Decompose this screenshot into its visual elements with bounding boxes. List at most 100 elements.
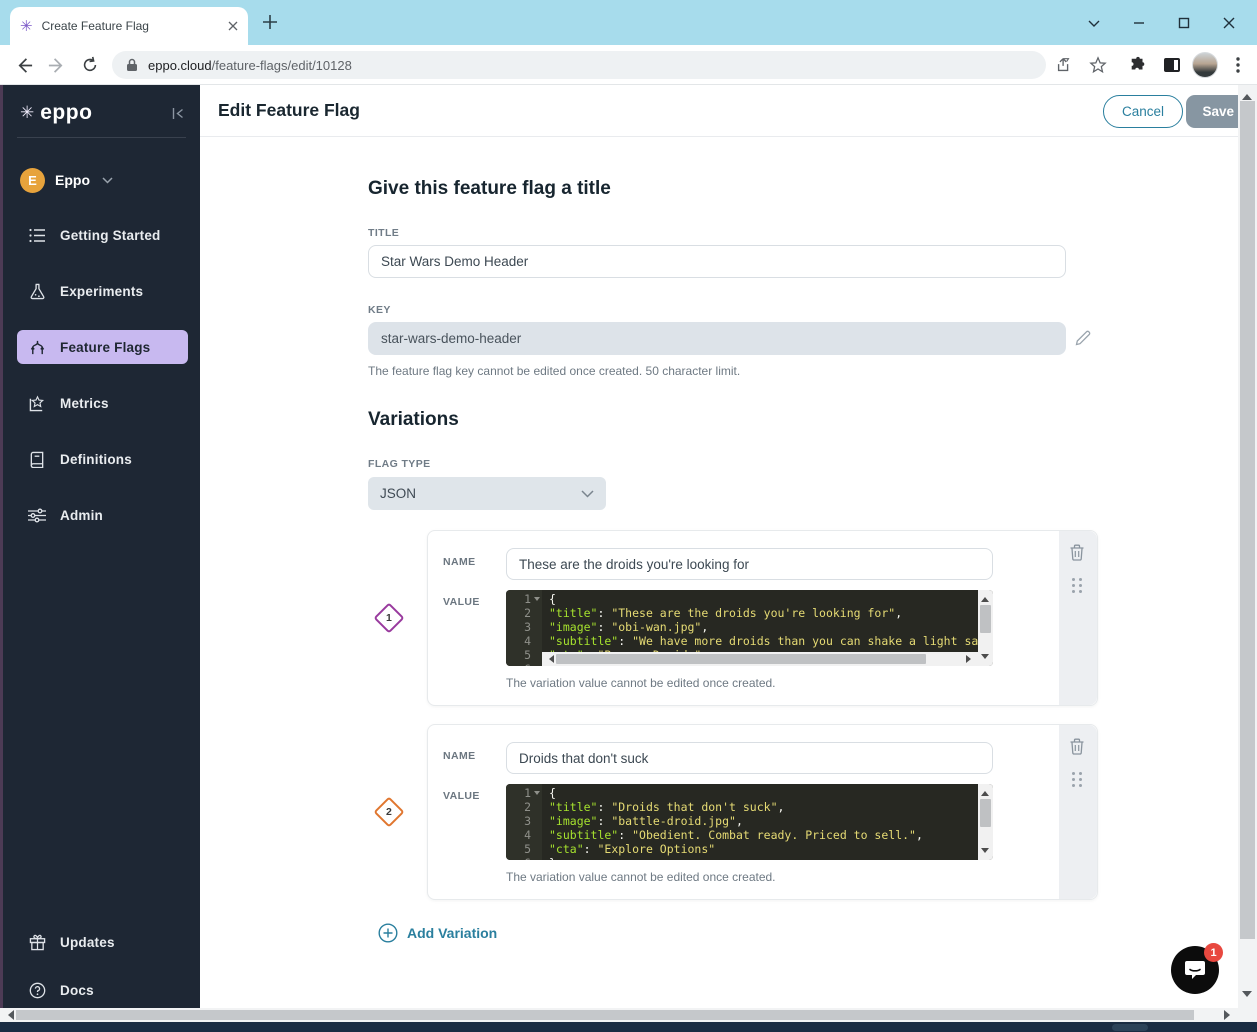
editor-vertical-scrollbar[interactable] — [978, 590, 993, 666]
sidebar-item-docs[interactable]: Docs — [17, 973, 188, 1007]
window-maximize-icon[interactable] — [1161, 0, 1206, 45]
bookmark-star-icon[interactable] — [1086, 53, 1110, 77]
url-text: eppo.cloud/feature-flags/edit/10128 — [148, 58, 352, 73]
browser-tab[interactable]: ✳ Create Feature Flag — [10, 7, 248, 45]
browser-toolbar: eppo.cloud/feature-flags/edit/10128 — [0, 45, 1257, 85]
menu-dots-icon[interactable] — [1226, 53, 1250, 77]
flag-type-select[interactable]: JSON — [368, 477, 606, 510]
star-box-icon — [27, 395, 47, 412]
sidebar-item-metrics[interactable]: Metrics — [17, 386, 188, 420]
list-icon — [27, 228, 47, 243]
new-tab-button[interactable] — [260, 12, 280, 32]
value-label: VALUE — [443, 596, 480, 608]
scroll-up-arrow-icon[interactable] — [1242, 89, 1252, 100]
variation-2-badge: 2 — [373, 796, 404, 827]
side-panel-icon[interactable] — [1160, 53, 1184, 77]
flag-type-value: JSON — [380, 486, 416, 501]
edit-pencil-icon[interactable] — [1074, 329, 1092, 347]
drag-handle-icon[interactable] — [1072, 578, 1082, 593]
scroll-right-arrow-icon[interactable] — [1224, 1010, 1235, 1020]
editor-gutter: 123456 — [506, 784, 542, 860]
share-icon[interactable] — [1052, 53, 1076, 77]
back-icon[interactable] — [12, 53, 36, 77]
sidebar: ✳ eppo E Eppo Getting Started Experiment… — [0, 85, 200, 1008]
variation-1-value-editor[interactable]: 123456 {"title": "These are the droids y… — [506, 590, 993, 666]
gift-icon — [27, 934, 47, 951]
variation-2-name-input[interactable] — [506, 742, 993, 774]
url-bar[interactable]: eppo.cloud/feature-flags/edit/10128 — [112, 51, 1046, 79]
eppo-favicon-icon: ✳ — [20, 19, 33, 34]
eppo-logo-icon: ✳ — [20, 103, 34, 123]
title-input[interactable] — [368, 245, 1066, 278]
trash-icon[interactable] — [1069, 544, 1085, 561]
page-vertical-scrollbar[interactable] — [1238, 85, 1257, 1008]
name-label: NAME — [443, 556, 476, 568]
scroll-down-arrow-icon[interactable] — [1242, 991, 1252, 1002]
chat-launcher-button[interactable]: 1 — [1171, 946, 1219, 994]
sidebar-item-updates[interactable]: Updates — [17, 925, 188, 959]
main-area: Edit Feature Flag Cancel Save Give this … — [200, 85, 1238, 1008]
key-label: KEY — [368, 304, 391, 316]
scroll-left-arrow-icon[interactable] — [3, 1010, 14, 1020]
editor-code[interactable]: {"title": "Droids that don't suck","imag… — [542, 784, 993, 860]
bottom-strip — [0, 1022, 1257, 1032]
editor-horizontal-scrollbar[interactable] — [542, 652, 978, 666]
horizontal-scrollbar-thumb[interactable] — [16, 1010, 1194, 1020]
key-help-text: The feature flag key cannot be edited on… — [368, 364, 740, 378]
variation-1-action-strip — [1059, 531, 1097, 705]
sidebar-nav: Getting Started Experiments Feature Flag… — [17, 218, 188, 554]
chevron-down-icon — [102, 177, 113, 184]
variations-title: Variations — [368, 409, 459, 431]
variation-2-value-editor[interactable]: 123456 {"title": "Droids that don't suck… — [506, 784, 993, 860]
add-variation-button[interactable]: Add Variation — [378, 923, 497, 943]
sidebar-item-getting-started[interactable]: Getting Started — [17, 218, 188, 252]
trash-icon[interactable] — [1069, 738, 1085, 755]
tab-close-icon[interactable] — [228, 21, 238, 31]
page-horizontal-scrollbar[interactable] — [0, 1008, 1238, 1022]
variation-2-action-strip — [1059, 725, 1097, 899]
profile-avatar[interactable] — [1192, 52, 1218, 78]
variation-1-badge: 1 — [373, 602, 404, 633]
sidebar-divider — [17, 137, 186, 138]
window-minimize-icon[interactable] — [1116, 0, 1161, 45]
sidebar-item-feature-flags[interactable]: Feature Flags — [17, 330, 188, 364]
flag-branch-icon — [27, 339, 47, 356]
value-label: VALUE — [443, 790, 480, 802]
key-input — [368, 322, 1066, 355]
variation-1-name-input[interactable] — [506, 548, 993, 580]
chat-bubble-icon — [1183, 958, 1207, 982]
sidebar-item-admin[interactable]: Admin — [17, 498, 188, 532]
workspace-selector[interactable]: E Eppo — [20, 166, 113, 194]
scrollbar-corner — [1238, 1008, 1257, 1022]
add-variation-label: Add Variation — [407, 925, 497, 941]
editor-vertical-scrollbar[interactable] — [978, 784, 993, 860]
title-label: TITLE — [368, 227, 399, 239]
chevron-down-icon — [581, 490, 594, 498]
taskbar-item — [1112, 1024, 1148, 1031]
form-content: Give this feature flag a title TITLE KEY… — [200, 137, 1238, 1008]
sidebar-item-experiments[interactable]: Experiments — [17, 274, 188, 308]
page-header: Edit Feature Flag Cancel Save — [200, 85, 1238, 137]
drag-handle-icon[interactable] — [1072, 772, 1082, 787]
browser-tabstrip: ✳ Create Feature Flag — [0, 0, 1257, 45]
extensions-puzzle-icon[interactable] — [1126, 53, 1150, 77]
variation-help-text: The variation value cannot be edited onc… — [506, 676, 776, 690]
window-controls — [1071, 0, 1251, 45]
refresh-icon[interactable] — [78, 53, 102, 77]
forward-icon[interactable] — [44, 53, 68, 77]
tab-title: Create Feature Flag — [42, 19, 219, 33]
variation-help-text: The variation value cannot be edited onc… — [506, 870, 776, 884]
window-restore-down-icon[interactable] — [1071, 0, 1116, 45]
question-circle-icon — [27, 982, 47, 999]
window-close-icon[interactable] — [1206, 0, 1251, 45]
name-label: NAME — [443, 750, 476, 762]
page-title: Edit Feature Flag — [218, 100, 360, 121]
eppo-logo-text: eppo — [40, 101, 92, 125]
vertical-scrollbar-thumb[interactable] — [1240, 101, 1255, 939]
plus-circle-icon — [378, 923, 398, 943]
cancel-button[interactable]: Cancel — [1103, 95, 1183, 128]
section-title: Give this feature flag a title — [368, 178, 611, 200]
collapse-sidebar-icon[interactable] — [171, 106, 186, 121]
sidebar-item-definitions[interactable]: Definitions — [17, 442, 188, 476]
lock-icon — [126, 58, 138, 72]
